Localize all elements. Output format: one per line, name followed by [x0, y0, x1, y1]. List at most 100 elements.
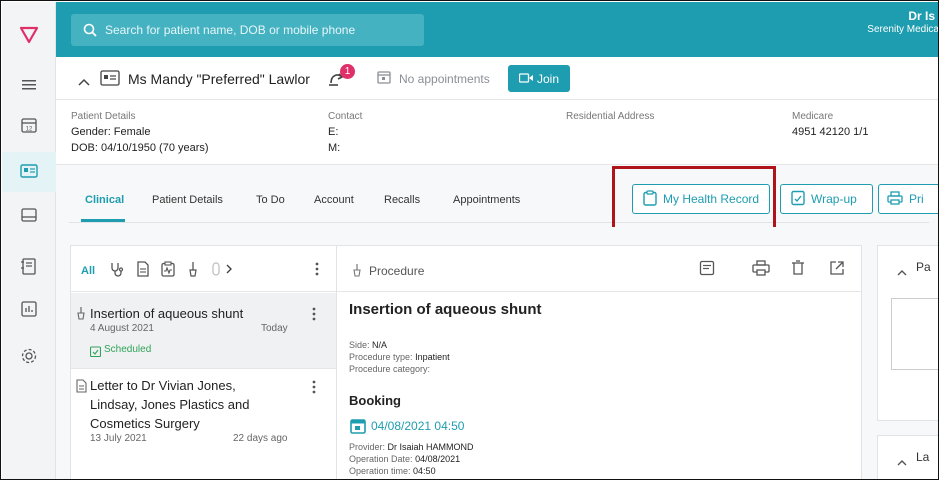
procedure-type-row: Procedure type: Inpatient	[349, 352, 450, 363]
list-item-relative-date: Today	[261, 323, 288, 334]
chevron-up-icon[interactable]	[897, 263, 907, 281]
tab-patient-details[interactable]: Patient Details	[152, 194, 223, 206]
email-value: E:	[328, 126, 339, 138]
patient-details-strip: Patient Details Gender: Female DOB: 04/1…	[56, 101, 938, 165]
list-item-relative-date: 22 days ago	[233, 433, 288, 444]
side-label: Side:	[349, 340, 370, 350]
tab-appointments[interactable]: Appointments	[453, 194, 520, 206]
tabs-bar: Clinical Patient Details To Do Account R…	[56, 165, 938, 227]
chevron-up-icon[interactable]	[78, 73, 90, 91]
contact-column: Contact E: M:	[328, 110, 362, 156]
list-item-more-icon[interactable]	[312, 380, 316, 399]
side-row: Side: N/A	[349, 340, 387, 351]
provider-value: Dr Isaiah HAMMOND	[387, 442, 474, 452]
patient-header: Ms Mandy "Preferred" Lawlor 1 No appoint…	[56, 57, 938, 100]
practice-name: Serenity Medica	[867, 24, 939, 35]
search-placeholder: Search for patient name, DOB or mobile p…	[105, 23, 356, 37]
patient-details-heading: Patient Details	[71, 111, 136, 122]
menu-icon[interactable]	[18, 74, 40, 96]
booking-heading: Booking	[349, 393, 401, 408]
side-panel-bottom-label: La	[916, 450, 930, 464]
clinical-list-panel: All Insertion of aqueous shunt 4 August …	[70, 245, 337, 479]
printer-icon[interactable]	[752, 260, 770, 281]
video-camera-icon	[518, 72, 533, 86]
scalpel-icon	[76, 306, 86, 325]
procedure-type-label: Procedure type:	[349, 352, 413, 362]
filter-more-icon[interactable]	[315, 262, 319, 281]
procedure-category-label: Procedure category:	[349, 364, 431, 374]
wrap-up-button[interactable]: Wrap-up	[780, 184, 873, 214]
document-icon[interactable]	[136, 261, 150, 282]
clipboard-pulse-icon[interactable]	[161, 261, 175, 282]
medicare-column: Medicare 4951 42120 1/1	[792, 110, 868, 140]
detail-header: Procedure	[337, 246, 861, 292]
gender-value: Gender: Female	[71, 126, 151, 138]
printer-icon	[887, 190, 903, 208]
scalpel-icon	[352, 263, 362, 282]
address-column: Residential Address	[566, 110, 654, 124]
list-item-more-icon[interactable]	[312, 307, 316, 326]
contact-heading: Contact	[328, 111, 363, 122]
app-window: 12 Search for patient name, DOB or mobil…	[0, 0, 939, 480]
procedure-title: Insertion of aqueous shunt	[349, 301, 542, 318]
scalpel-icon[interactable]	[187, 261, 199, 282]
detail-header-label: Procedure	[369, 264, 425, 278]
operation-date-row: Operation Date: 04/08/2021	[349, 454, 460, 465]
search-icon	[83, 23, 97, 42]
sidebar: 12	[2, 2, 56, 479]
address-heading: Residential Address	[566, 111, 655, 122]
operation-time-value: 04:50	[413, 466, 436, 476]
inbox-icon[interactable]	[18, 204, 40, 226]
print-label: Pri	[909, 192, 924, 206]
list-item-title: Insertion of aqueous shunt	[90, 306, 244, 321]
operation-time-row: Operation time: 04:50	[349, 466, 436, 477]
chevron-up-icon[interactable]	[897, 453, 907, 471]
side-panel-top: Pa	[877, 245, 938, 421]
procedure-category-row: Procedure category:	[349, 364, 430, 375]
tabs-divider	[69, 222, 929, 223]
list-item-title-line: Letter to Dr Vivian Jones,	[90, 378, 236, 393]
list-item-date: 13 July 2021	[90, 433, 147, 444]
tab-to-do[interactable]: To Do	[256, 194, 285, 206]
mobile-value: M:	[328, 142, 341, 154]
booking-datetime[interactable]: 04/08/2021 04:50	[371, 419, 464, 433]
app-logo-icon[interactable]	[19, 26, 39, 49]
list-item[interactable]: Insertion of aqueous shunt 4 August 2021…	[71, 293, 336, 369]
calendar-check-icon	[89, 344, 102, 362]
booking-calendar-icon	[350, 418, 366, 439]
patient-card-icon[interactable]	[18, 160, 40, 182]
filter-all[interactable]: All	[81, 265, 95, 277]
medicare-heading: Medicare	[792, 111, 834, 122]
top-bar: Search for patient name, DOB or mobile p…	[56, 2, 939, 57]
calendar-icon[interactable]: 12	[18, 114, 40, 136]
tab-clinical[interactable]: Clinical	[85, 194, 124, 206]
more-categories-icon[interactable]	[211, 261, 237, 282]
address-book-icon[interactable]	[18, 256, 40, 278]
open-external-icon[interactable]	[829, 260, 845, 281]
list-item[interactable]: Letter to Dr Vivian Jones, Lindsay, Jone…	[71, 370, 336, 479]
patient-details-column: Patient Details Gender: Female DOB: 04/1…	[71, 110, 209, 156]
medicare-number: 4951 42120 1/1	[792, 126, 869, 138]
print-button[interactable]: Pri	[878, 184, 938, 214]
wrap-up-label: Wrap-up	[811, 192, 857, 206]
settings-gear-icon[interactable]	[18, 345, 40, 367]
dob-value: DOB: 04/10/1950 (70 years)	[71, 142, 209, 154]
operation-date-value: 04/08/2021	[415, 454, 461, 464]
join-video-button[interactable]: Join	[508, 65, 570, 92]
doctor-name[interactable]: Dr Is	[908, 9, 935, 23]
stethoscope-icon[interactable]	[109, 261, 125, 282]
side-panel-textbox[interactable]	[891, 298, 938, 370]
procedure-type-value: Inpatient	[415, 352, 450, 362]
trash-icon[interactable]	[791, 260, 805, 281]
edit-note-icon[interactable]	[699, 260, 715, 281]
reports-icon[interactable]	[18, 298, 40, 320]
patient-name: Ms Mandy "Preferred" Lawlor	[128, 71, 310, 87]
tab-recalls[interactable]: Recalls	[384, 194, 420, 206]
patient-search-input[interactable]: Search for patient name, DOB or mobile p…	[71, 14, 424, 46]
side-panel-top-label: Pa	[916, 260, 931, 274]
list-item-title-line: Cosmetics Surgery	[90, 416, 200, 431]
letter-document-icon	[76, 379, 87, 398]
operation-date-label: Operation Date:	[349, 454, 413, 464]
provider-label: Provider:	[349, 442, 386, 452]
tab-account[interactable]: Account	[314, 194, 354, 206]
